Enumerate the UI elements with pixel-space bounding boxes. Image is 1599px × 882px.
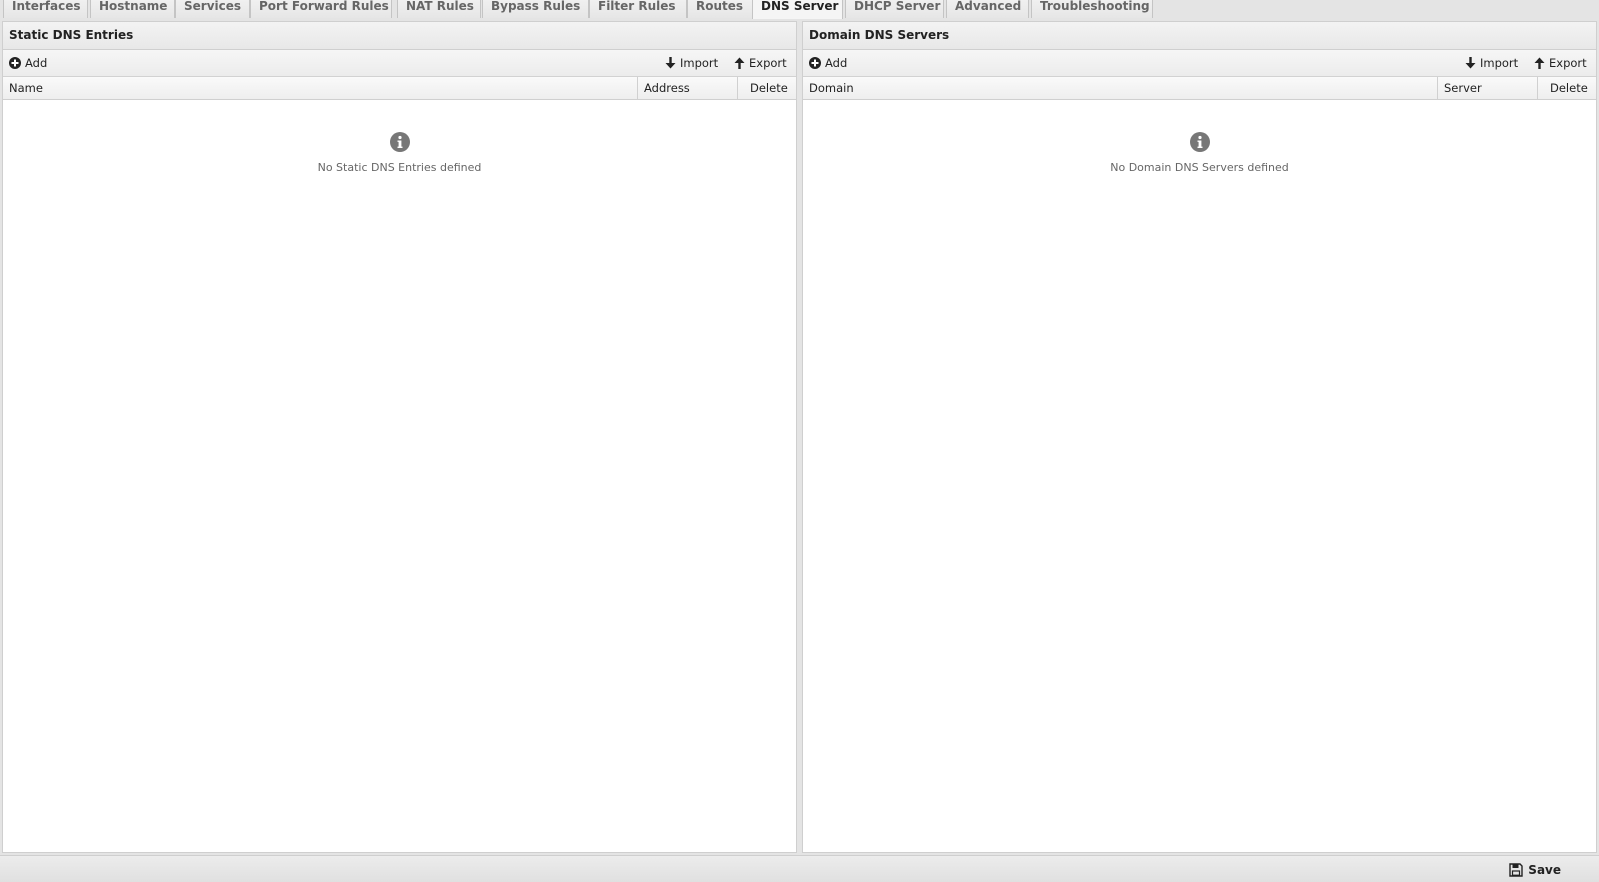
tab-interfaces[interactable]: Interfaces — [3, 0, 88, 18]
import-button[interactable]: Import — [665, 55, 718, 71]
plus-circle-icon — [9, 57, 21, 69]
table-header: Name Address Delete — [3, 77, 796, 100]
bottom-bar: Save — [0, 855, 1599, 882]
empty-state: No Domain DNS Servers defined — [803, 132, 1596, 174]
static-dns-panel: Static DNS Entries Add Import Export Nam… — [2, 21, 797, 853]
tab-services[interactable]: Services — [175, 0, 250, 18]
tab-troubleshooting[interactable]: Troubleshooting — [1031, 0, 1153, 18]
tab-port-forward-rules[interactable]: Port Forward Rules — [250, 0, 392, 18]
import-label: Import — [1480, 56, 1519, 70]
panel-title: Static DNS Entries — [3, 22, 796, 50]
column-header-domain[interactable]: Domain — [803, 77, 1437, 99]
tab-dhcp-server[interactable]: DHCP Server — [845, 0, 944, 18]
column-header-server[interactable]: Server — [1437, 77, 1537, 99]
plus-circle-icon — [809, 57, 821, 69]
info-icon — [1189, 132, 1210, 152]
add-button[interactable]: Add — [9, 55, 47, 71]
empty-message: No Domain DNS Servers defined — [1110, 161, 1289, 174]
tab-nat-rules[interactable]: NAT Rules — [397, 0, 481, 18]
info-icon — [389, 132, 410, 152]
import-button[interactable]: Import — [1465, 55, 1518, 71]
arrow-up-icon — [1534, 57, 1545, 69]
empty-state: No Static DNS Entries defined — [3, 132, 796, 174]
panel-title: Domain DNS Servers — [803, 22, 1596, 50]
column-header-name[interactable]: Name — [3, 77, 637, 99]
tab-routes[interactable]: Routes — [687, 0, 753, 18]
add-label: Add — [25, 56, 48, 70]
tab-hostname[interactable]: Hostname — [90, 0, 175, 18]
arrow-down-icon — [1465, 57, 1476, 69]
tab-bar: Interfaces Hostname Services Port Forwar… — [0, 0, 1599, 19]
toolbar: Add Import Export — [3, 50, 796, 77]
column-header-delete[interactable]: Delete — [737, 77, 796, 99]
domain-dns-panel: Domain DNS Servers Add Import Export Dom… — [802, 21, 1597, 853]
export-label: Export — [749, 56, 787, 70]
export-button[interactable]: Export — [1534, 55, 1587, 71]
save-button[interactable]: Save — [1509, 862, 1561, 878]
export-button[interactable]: Export — [734, 55, 787, 71]
add-button[interactable]: Add — [809, 55, 847, 71]
table-header: Domain Server Delete — [803, 77, 1596, 100]
column-header-delete[interactable]: Delete — [1537, 77, 1596, 99]
export-label: Export — [1549, 56, 1587, 70]
toolbar: Add Import Export — [803, 50, 1596, 77]
tab-bypass-rules[interactable]: Bypass Rules — [482, 0, 589, 18]
tab-advanced[interactable]: Advanced — [946, 0, 1029, 18]
tab-dns-server[interactable]: DNS Server — [752, 0, 843, 19]
add-label: Add — [825, 56, 848, 70]
arrow-down-icon — [665, 57, 676, 69]
column-header-address[interactable]: Address — [637, 77, 737, 99]
tab-filter-rules[interactable]: Filter Rules — [589, 0, 687, 18]
import-label: Import — [680, 56, 719, 70]
arrow-up-icon — [734, 57, 745, 69]
floppy-disk-icon — [1509, 863, 1523, 877]
save-label: Save — [1528, 863, 1561, 877]
empty-message: No Static DNS Entries defined — [317, 161, 482, 174]
